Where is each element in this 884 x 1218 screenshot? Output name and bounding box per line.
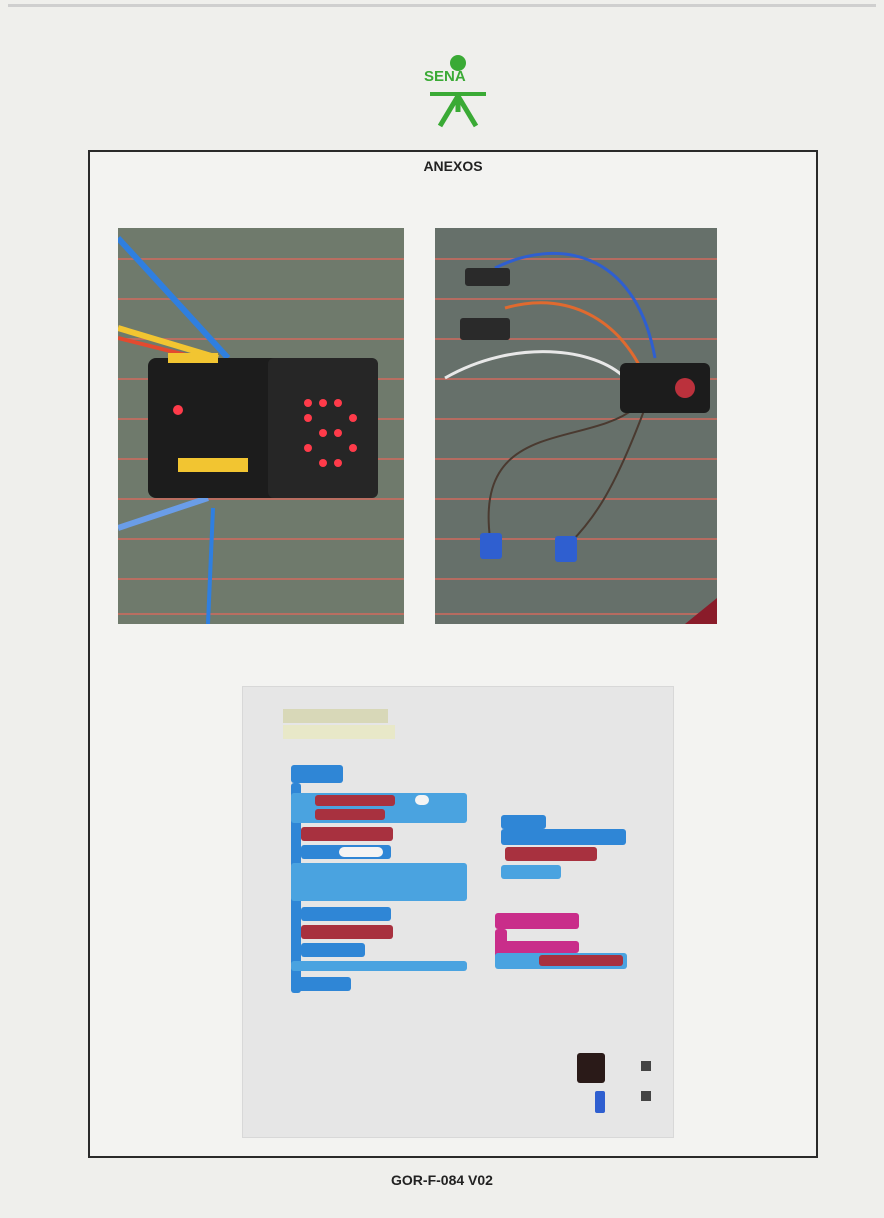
sena-logo <box>430 55 486 128</box>
block-servo <box>505 847 597 861</box>
page-heading: ANEXOS <box>423 158 483 174</box>
block-radio-group <box>501 865 561 879</box>
block-servo <box>301 925 393 939</box>
value-pill <box>415 795 429 805</box>
block-end-if <box>291 961 467 971</box>
block-show-string <box>301 907 391 921</box>
form-code: GOR-F-084 V02 <box>391 1172 493 1188</box>
comment-chip <box>283 725 395 739</box>
block-set-value <box>495 941 579 953</box>
block-on-start <box>291 765 343 783</box>
block-reporter <box>315 809 385 820</box>
code-blocks-screenshot <box>242 686 674 1138</box>
photo-circuit-servos <box>435 228 717 624</box>
block-reporter <box>315 795 395 806</box>
block-reporter <box>539 955 623 966</box>
sena-logo-text: SENA <box>424 68 466 85</box>
microbit-simulator-icon <box>577 1053 605 1083</box>
value-pill <box>339 847 383 857</box>
block-on-button <box>501 815 546 829</box>
block-else <box>291 863 467 901</box>
stop-icon <box>641 1061 651 1071</box>
block-servo <box>301 827 393 841</box>
stop-icon <box>641 1091 651 1101</box>
comment-chip <box>283 709 388 723</box>
servo-simulator-icon <box>595 1091 605 1113</box>
block-radio-send <box>501 829 626 845</box>
block-forever <box>291 977 351 991</box>
block-pause <box>301 943 365 957</box>
block-on-radio-received <box>495 913 579 929</box>
circuit-illustration <box>444 251 717 624</box>
microbit-board-illustration <box>118 235 378 624</box>
photo-microbit-board <box>118 228 404 624</box>
annex-frame: ANEXOS <box>88 150 818 1158</box>
page-top-edge <box>8 4 876 7</box>
